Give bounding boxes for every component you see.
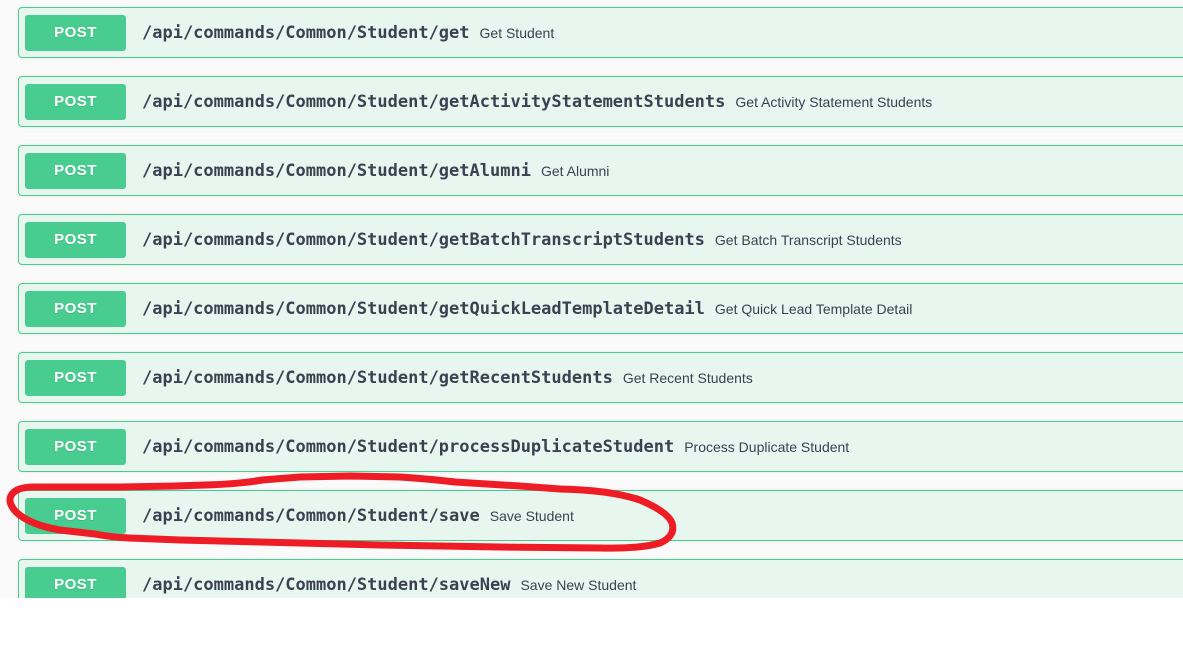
http-method-badge: POST	[25, 428, 126, 465]
operation-summary[interactable]: POST/api/commands/Common/Student/getActi…	[19, 77, 1183, 126]
operation-description: Get Activity Statement Students	[735, 93, 933, 110]
operation-path: /api/commands/Common/Student/getActivity…	[142, 91, 726, 112]
operation-summary[interactable]: POST/api/commands/Common/Student/getRece…	[19, 353, 1183, 402]
operations-list: POST/api/commands/Common/Student/get Get …	[0, 7, 1183, 598]
http-method-badge: POST	[25, 14, 126, 51]
operation-row[interactable]: POST/api/commands/Common/Student/saveNew…	[18, 559, 1183, 598]
operation-summary[interactable]: POST/api/commands/Common/Student/save Sav…	[19, 491, 1183, 540]
operation-row[interactable]: POST/api/commands/Common/Student/save Sav…	[18, 490, 1183, 541]
operation-row[interactable]: POST/api/commands/Common/Student/getAlum…	[18, 145, 1183, 196]
operation-description: Save New Student	[520, 576, 637, 593]
operation-path: /api/commands/Common/Student/get	[142, 22, 470, 43]
http-method-badge: POST	[25, 83, 126, 120]
operation-description: Process Duplicate Student	[684, 438, 850, 455]
http-method-badge: POST	[25, 290, 126, 327]
operation-path: /api/commands/Common/Student/getQuickLea…	[142, 298, 705, 319]
http-method-badge: POST	[25, 359, 126, 396]
operation-path: /api/commands/Common/Student/getAlumni	[142, 160, 531, 181]
operation-path: /api/commands/Common/Student/getRecentSt…	[142, 367, 613, 388]
operation-description: Save Student	[489, 507, 574, 524]
operation-path: /api/commands/Common/Student/getBatchTra…	[142, 229, 705, 250]
operation-description: Get Batch Transcript Students	[714, 231, 902, 248]
operation-summary[interactable]: POST/api/commands/Common/Student/get Get …	[19, 8, 1183, 57]
operation-summary[interactable]: POST/api/commands/Common/Student/getQuic…	[19, 284, 1183, 333]
operation-row[interactable]: POST/api/commands/Common/Student/get Get …	[18, 7, 1183, 58]
operation-description: Get Alumni	[540, 162, 610, 179]
http-method-badge: POST	[25, 566, 126, 598]
operation-row[interactable]: POST/api/commands/Common/Student/getBatc…	[18, 214, 1183, 265]
operation-row[interactable]: POST/api/commands/Common/Student/getRece…	[18, 352, 1183, 403]
operation-description: Get Recent Students	[622, 369, 753, 386]
operation-path: /api/commands/Common/Student/saveNew	[142, 574, 511, 595]
operation-summary[interactable]: POST/api/commands/Common/Student/process…	[19, 422, 1183, 471]
operation-description: Get Quick Lead Template Detail	[714, 300, 913, 317]
operation-summary[interactable]: POST/api/commands/Common/Student/getAlum…	[19, 146, 1183, 195]
operation-row[interactable]: POST/api/commands/Common/Student/getActi…	[18, 76, 1183, 127]
operation-row[interactable]: POST/api/commands/Common/Student/process…	[18, 421, 1183, 472]
operation-description: Get Student	[479, 24, 555, 41]
operation-summary[interactable]: POST/api/commands/Common/Student/saveNew…	[19, 560, 1183, 598]
http-method-badge: POST	[25, 497, 126, 534]
operation-summary[interactable]: POST/api/commands/Common/Student/getBatc…	[19, 215, 1183, 264]
http-method-badge: POST	[25, 152, 126, 189]
operation-path: /api/commands/Common/Student/processDupl…	[142, 436, 675, 457]
http-method-badge: POST	[25, 221, 126, 258]
swagger-operations-viewport: POST/api/commands/Common/Student/get Get …	[0, 0, 1183, 598]
operation-path: /api/commands/Common/Student/save	[142, 505, 480, 526]
operation-row[interactable]: POST/api/commands/Common/Student/getQuic…	[18, 283, 1183, 334]
